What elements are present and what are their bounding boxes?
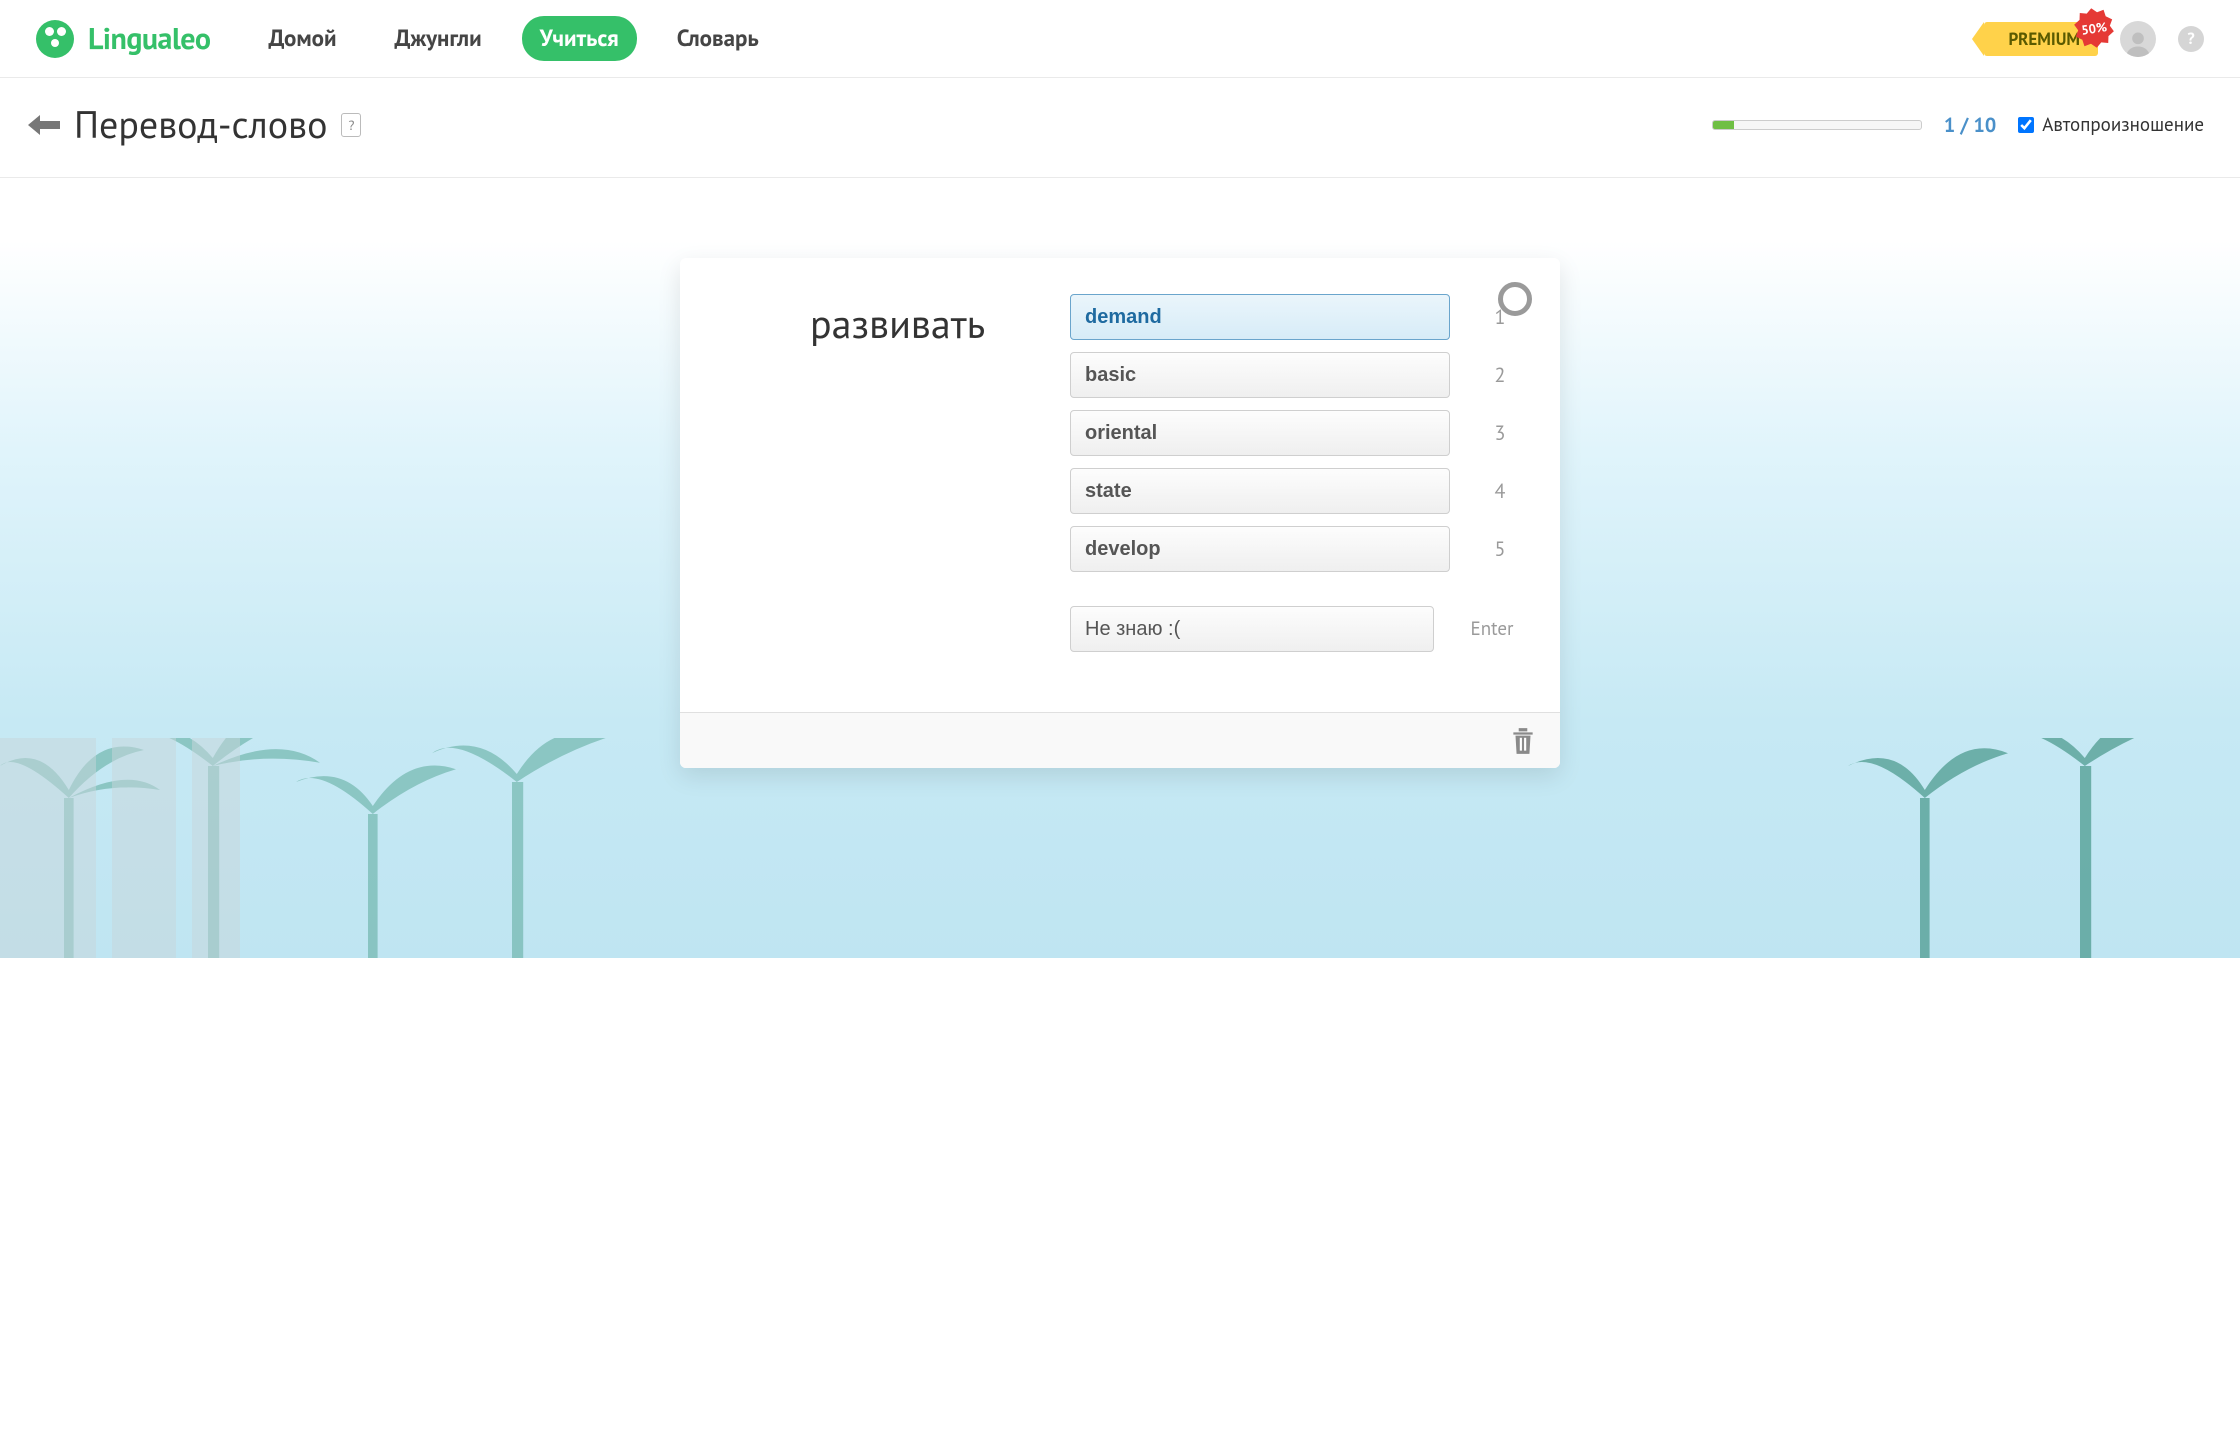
dont-know-row: Не знаю :( Enter: [1070, 606, 1520, 652]
option-row: oriental 3: [1070, 410, 1520, 456]
autoplay-checkbox[interactable]: [2018, 117, 2034, 133]
option-button-5[interactable]: develop: [1070, 526, 1450, 572]
premium-badge[interactable]: PREMIUM 50%: [1984, 22, 2098, 56]
option-row: demand 1: [1070, 294, 1520, 340]
option-key: 4: [1480, 478, 1520, 504]
option-button-3[interactable]: oriental: [1070, 410, 1450, 456]
nav-link-home[interactable]: Домой: [250, 16, 354, 61]
avatar[interactable]: [2120, 21, 2156, 57]
stage: развивать demand 1 basic 2 oriental 3 st…: [0, 178, 2240, 958]
help-icon[interactable]: ?: [2178, 26, 2204, 52]
title-help-icon[interactable]: ?: [341, 113, 361, 137]
option-row: state 4: [1070, 468, 1520, 514]
dont-know-button[interactable]: Не знаю :(: [1070, 606, 1434, 652]
option-button-2[interactable]: basic: [1070, 352, 1450, 398]
background-palms: [0, 738, 2240, 958]
option-button-1[interactable]: demand: [1070, 294, 1450, 340]
nav-link-dict[interactable]: Словарь: [659, 16, 777, 61]
premium-label: PREMIUM: [2008, 28, 2080, 50]
options-column: demand 1 basic 2 oriental 3 state 4 deve…: [1070, 294, 1520, 664]
exercise: развивать demand 1 basic 2 oriental 3 st…: [810, 294, 1520, 664]
life-ring-icon[interactable]: [1498, 282, 1532, 316]
progress-fill: [1713, 121, 1734, 129]
brand-name: Lingualeo: [88, 19, 210, 58]
option-row: develop 5: [1070, 526, 1520, 572]
brand[interactable]: Lingualeo: [36, 19, 210, 58]
card-footer: [680, 712, 1560, 768]
page-title: Перевод-слово: [74, 100, 327, 149]
progress-current: 1: [1944, 112, 1955, 138]
option-key: 2: [1480, 362, 1520, 388]
progress-bar: [1712, 120, 1922, 130]
back-arrow-icon[interactable]: [28, 113, 60, 137]
autoplay-toggle[interactable]: Автопроизношение: [2018, 113, 2204, 137]
option-button-4[interactable]: state: [1070, 468, 1450, 514]
option-row: basic 2: [1070, 352, 1520, 398]
nav-link-jungle[interactable]: Джунгли: [377, 16, 500, 61]
trash-icon[interactable]: [1510, 726, 1536, 756]
nav-right: PREMIUM 50% ?: [1984, 21, 2204, 57]
progress-text: 1 / 10: [1944, 112, 1996, 138]
option-key: 5: [1480, 536, 1520, 562]
nav-link-learn[interactable]: Учиться: [522, 16, 637, 61]
exercise-card: развивать demand 1 basic 2 oriental 3 st…: [680, 258, 1560, 768]
top-nav: Lingualeo Домой Джунгли Учиться Словарь …: [0, 0, 2240, 78]
option-key: 3: [1480, 420, 1520, 446]
sub-header: Перевод-слово ? 1 / 10 Автопроизношение: [0, 78, 2240, 178]
person-icon: [2124, 29, 2152, 57]
term: развивать: [810, 294, 1030, 664]
sub-header-right: 1 / 10 Автопроизношение: [1712, 112, 2204, 138]
paw-icon: [36, 20, 74, 58]
progress-sep: /: [1955, 112, 1973, 138]
autoplay-label: Автопроизношение: [2042, 113, 2204, 137]
progress-total: 10: [1974, 112, 1997, 138]
primary-nav: Домой Джунгли Учиться Словарь: [250, 16, 776, 61]
dont-know-key: Enter: [1464, 617, 1520, 641]
